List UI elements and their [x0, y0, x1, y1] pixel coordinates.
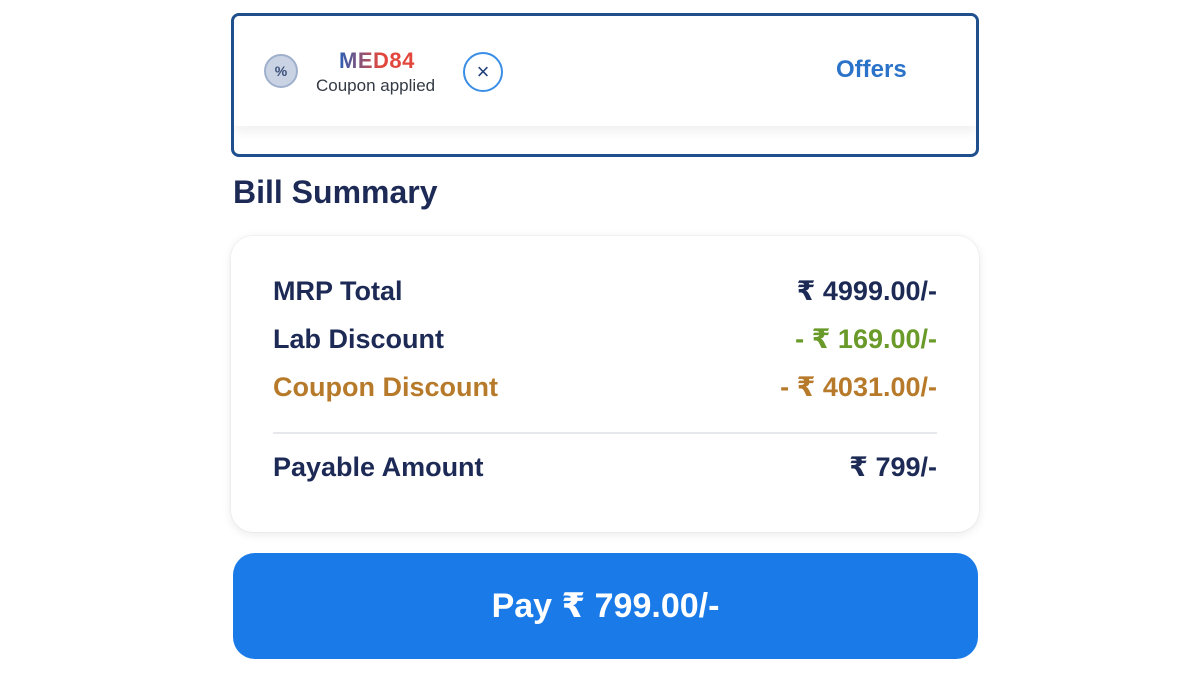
coupon-status: Coupon applied: [316, 76, 436, 95]
mrp-total-amount: ₹ 4999.00/-: [796, 276, 937, 306]
coupon-row: % MED84 Coupon applied × Offers: [234, 16, 976, 126]
coupon-code: MED84: [339, 48, 415, 73]
bill-summary-card: MRP Total ₹ 4999.00/- Lab Discount - ₹ 1…: [231, 236, 979, 532]
bill-summary-heading: Bill Summary: [233, 174, 438, 210]
coupon-card: % MED84 Coupon applied × Offers: [231, 13, 979, 157]
divider: [273, 432, 937, 434]
pay-button[interactable]: Pay ₹ 799.00/-: [233, 553, 978, 659]
mrp-total-row: MRP Total ₹ 4999.00/-: [273, 276, 937, 307]
offers-link[interactable]: Offers: [836, 56, 907, 84]
coupon-discount-label: Coupon Discount: [273, 372, 498, 402]
close-icon: ×: [476, 59, 490, 84]
remove-coupon-button[interactable]: ×: [463, 52, 503, 92]
payable-amount-row: Payable Amount ₹ 799/-: [273, 452, 937, 483]
lab-discount-row: Lab Discount - ₹ 169.00/-: [273, 324, 937, 355]
mrp-total-label: MRP Total: [273, 276, 403, 306]
checkout-page: % MED84 Coupon applied × Offers Bill Sum…: [0, 0, 1200, 675]
payable-amount-label: Payable Amount: [273, 452, 484, 482]
percent-badge-icon: %: [264, 54, 298, 88]
lab-discount-amount: - ₹ 169.00/-: [795, 324, 937, 354]
coupon-discount-amount: - ₹ 4031.00/-: [780, 372, 937, 402]
lab-discount-label: Lab Discount: [273, 324, 445, 354]
coupon-discount-row: Coupon Discount - ₹ 4031.00/-: [273, 372, 937, 403]
payable-amount-value: ₹ 799/-: [849, 452, 937, 482]
